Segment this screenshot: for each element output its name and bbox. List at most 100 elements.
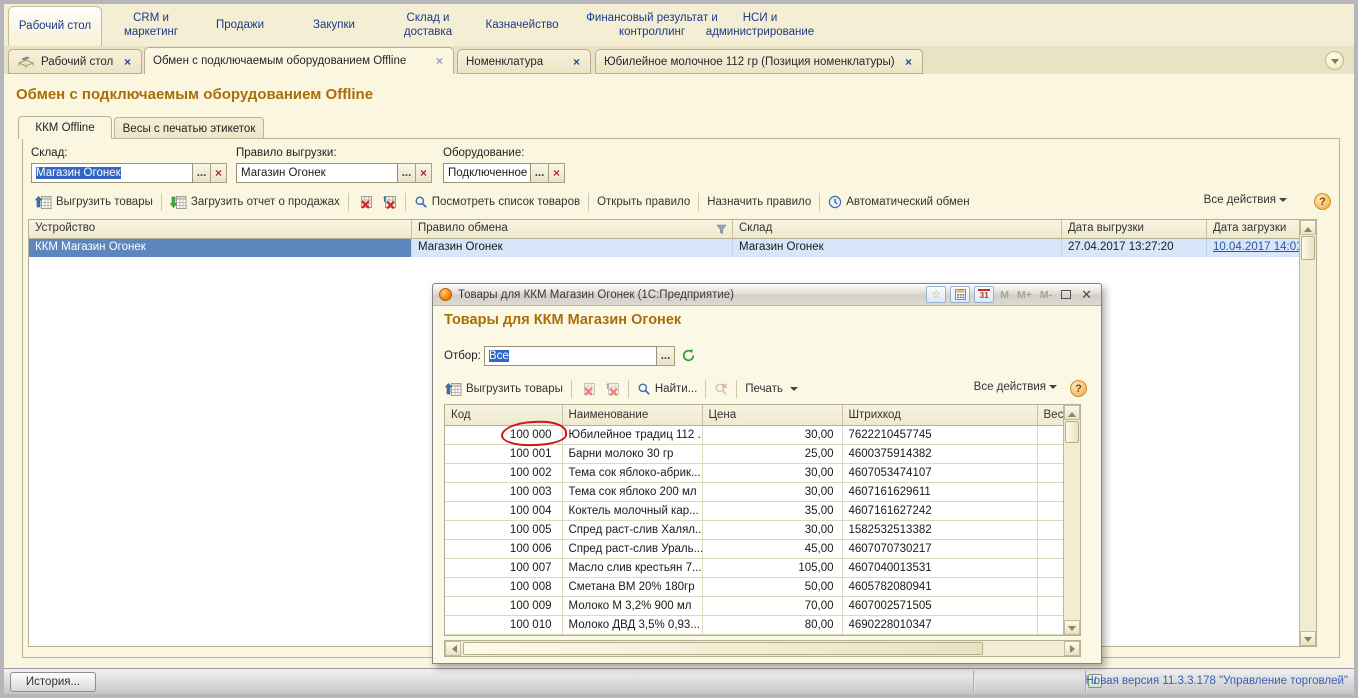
scroll-right-button[interactable] [1064,641,1080,656]
maximize-button[interactable] [1058,287,1074,302]
goods-cell-barcode[interactable]: 1582532513382 [842,520,1037,539]
goods-cell-barcode[interactable]: 4607070730217 [842,539,1037,558]
clear-export-button[interactable] [353,195,377,210]
goods-cell-name[interactable]: Молоко ДВД 3,5% 0,93... [562,615,702,634]
goods-cell-weight[interactable] [1037,615,1065,634]
goods-cell-weight[interactable] [1037,577,1065,596]
goods-row[interactable]: 100 005Спред раст-слив Халял...30,001582… [445,520,1065,539]
section-nsi-admin[interactable]: НСИ и администрирование [690,4,830,46]
section-sklad-dostavka[interactable]: Склад и доставка [382,4,474,46]
goods-cell-name[interactable]: Коктель молочный кар... [562,501,702,520]
goods-cell-code[interactable]: 100 003 [445,482,562,501]
goods-cell-code[interactable]: 100 001 [445,444,562,463]
goods-cell-weight[interactable] [1037,596,1065,615]
goods-cell-weight[interactable] [1037,558,1065,577]
col-name[interactable]: Наименование [562,405,702,425]
import-date-link[interactable]: 10.04.2017 14:01:47 [1213,241,1299,253]
goods-cell-price[interactable]: 35,00 [702,501,842,520]
filter-select-button[interactable]: ... [657,346,675,366]
section-kaznacheystvo[interactable]: Казначейство [476,4,568,46]
tab-yubileynoe[interactable]: Юбилейное молочное 112 гр (Позиция номен… [595,49,923,74]
goods-cell-price[interactable]: 30,00 [702,520,842,539]
goods-cell-price[interactable]: 30,00 [702,463,842,482]
assign-rule-button[interactable]: Назначить правило [703,196,815,208]
new-version-link[interactable]: Новая версия 11.3.3.178 "Управление торг… [1086,675,1349,687]
goods-cell-code[interactable]: 100 007 [445,558,562,577]
goods-cell-barcode[interactable]: 4607040013531 [842,558,1037,577]
cell-rule[interactable]: Магазин Огонек [412,239,733,257]
goods-cell-weight[interactable] [1037,463,1065,482]
clear-import-button[interactable] [600,382,624,397]
scroll-thumb[interactable] [463,642,983,655]
goods-cell-barcode[interactable]: 4607002571505 [842,596,1037,615]
goods-cell-price[interactable]: 30,00 [702,425,842,444]
goods-row[interactable]: 100 003Тема сок яблоко 200 мл30,00460716… [445,482,1065,501]
section-crm-marketing[interactable]: CRM и маркетинг [106,4,196,46]
equipment-select-button[interactable]: ... [531,163,549,183]
history-button[interactable]: История... [10,672,96,692]
devices-scrollbar[interactable] [1299,220,1316,646]
close-tab-icon[interactable]: × [571,55,582,69]
goods-cell-weight[interactable] [1037,501,1065,520]
goods-cell-price[interactable]: 30,00 [702,482,842,501]
goods-row[interactable]: 100 008Сметана ВМ 20% 180гр50,0046057820… [445,577,1065,596]
goods-cell-name[interactable]: Масло слив крестьян 7... [562,558,702,577]
goods-cell-price[interactable]: 50,00 [702,577,842,596]
goods-cell-barcode[interactable]: 4607161627242 [842,501,1037,520]
col-weight[interactable]: Весовой [1037,405,1065,425]
all-actions-button[interactable]: Все действия [1204,194,1287,206]
section-rabochiy-stol[interactable]: Рабочий стол [8,6,102,46]
filter-input[interactable]: Все [484,346,657,366]
goods-cell-code[interactable]: 100 008 [445,577,562,596]
col-barcode[interactable]: Штрихкод [842,405,1037,425]
help-button[interactable]: ? [1314,193,1331,210]
scroll-up-button[interactable] [1064,405,1080,420]
tabs-overflow-button[interactable] [1325,51,1344,70]
device-row[interactable]: ККМ Магазин Огонек Магазин Огонек Магази… [29,239,1299,257]
goods-row[interactable]: 100 004Коктель молочный кар...35,0046071… [445,501,1065,520]
print-button[interactable]: Печать [741,383,802,395]
open-rule-button[interactable]: Открыть правило [593,196,694,208]
close-tab-icon[interactable]: × [903,55,914,69]
goods-cell-barcode[interactable]: 4690228010347 [842,615,1037,634]
section-prodazhi[interactable]: Продажи [196,4,284,46]
goods-cell-weight[interactable] [1037,444,1065,463]
goods-cell-code[interactable]: 100 004 [445,501,562,520]
scroll-up-button[interactable] [1300,220,1316,235]
goods-cell-weight[interactable] [1037,425,1065,444]
goods-cell-name[interactable]: Тема сок яблоко-абрик... [562,463,702,482]
equipment-input[interactable]: Подключенное [443,163,531,183]
col-price[interactable]: Цена [702,405,842,425]
subtab-vesy[interactable]: Весы с печатью этикеток [114,117,264,139]
close-window-button[interactable]: ✕ [1078,287,1095,303]
view-goods-list-button[interactable]: Посмотреть список товаров [410,195,584,209]
tab-rabochiy-stol[interactable]: Рабочий стол × [8,49,142,74]
upload-goods-button[interactable]: Выгрузить товары [31,195,157,210]
help-button[interactable]: ? [1070,380,1087,397]
scroll-thumb[interactable] [1301,236,1315,260]
goods-cell-code[interactable]: 100 005 [445,520,562,539]
goods-cell-code[interactable]: 100 009 [445,596,562,615]
goods-cell-price[interactable]: 70,00 [702,596,842,615]
sklad-input[interactable]: Магазин Огонек [31,163,193,183]
scroll-left-button[interactable] [445,641,461,656]
goods-row[interactable]: 100 010Молоко ДВД 3,5% 0,93...80,0046902… [445,615,1065,634]
goods-cell-weight[interactable] [1037,482,1065,501]
col-import-date[interactable]: Дата загрузки [1207,220,1299,238]
goods-cell-name[interactable]: Барни молоко 30 гр [562,444,702,463]
all-actions-button[interactable]: Все действия [974,381,1057,393]
goods-cell-price[interactable]: 105,00 [702,558,842,577]
goods-cell-price[interactable]: 80,00 [702,615,842,634]
goods-cell-name[interactable]: Спред раст-слив Ураль... [562,539,702,558]
clear-import-button[interactable] [377,195,401,210]
goods-cell-barcode[interactable]: 4600375914382 [842,444,1037,463]
goods-cell-code[interactable]: 100 010 [445,615,562,634]
rule-clear-button[interactable]: × [416,163,432,183]
goods-cell-name[interactable]: Юбилейное традиц 112 ... [562,425,702,444]
rule-select-button[interactable]: ... [398,163,416,183]
col-sklad[interactable]: Склад [733,220,1062,238]
col-device[interactable]: Устройство [29,220,412,238]
calendar-button[interactable]: 31 [974,286,994,303]
sklad-clear-button[interactable]: × [211,163,227,183]
goods-cell-barcode[interactable]: 4607053474107 [842,463,1037,482]
